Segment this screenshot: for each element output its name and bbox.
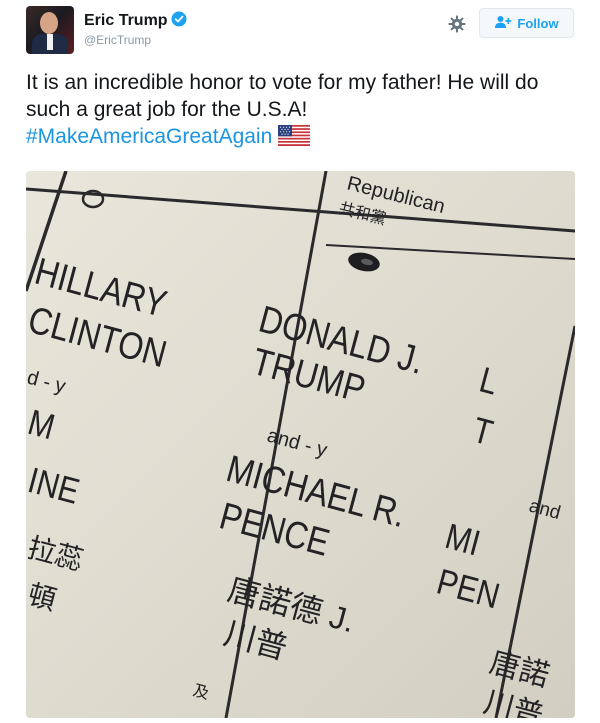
- avatar-shirt: [47, 34, 53, 50]
- display-name-text[interactable]: Eric Trump: [84, 12, 168, 29]
- avatar[interactable]: [26, 6, 74, 54]
- hashtag-link[interactable]: #MakeAmericaGreatAgain: [26, 125, 272, 148]
- tweet-text: It is an incredible honor to vote for my…: [26, 69, 576, 153]
- us-flag-icon: [278, 125, 311, 153]
- follow-button-label: Follow: [517, 15, 559, 31]
- user-handle[interactable]: @EricTrump: [84, 33, 151, 47]
- avatar-face: [40, 12, 58, 34]
- display-name[interactable]: Eric Trump: [84, 11, 187, 32]
- gear-icon[interactable]: [446, 13, 468, 35]
- verified-badge-icon: [171, 11, 187, 32]
- ballot-photo[interactable]: Republican 共和黨 HILLARY CLINTON d - y M I…: [26, 171, 575, 718]
- tweet-header: Eric Trump @EricTrump Follow: [0, 0, 600, 62]
- add-user-icon: [494, 15, 512, 32]
- follow-button[interactable]: Follow: [479, 8, 574, 38]
- tweet-body: It is an incredible honor to vote for my…: [26, 71, 539, 121]
